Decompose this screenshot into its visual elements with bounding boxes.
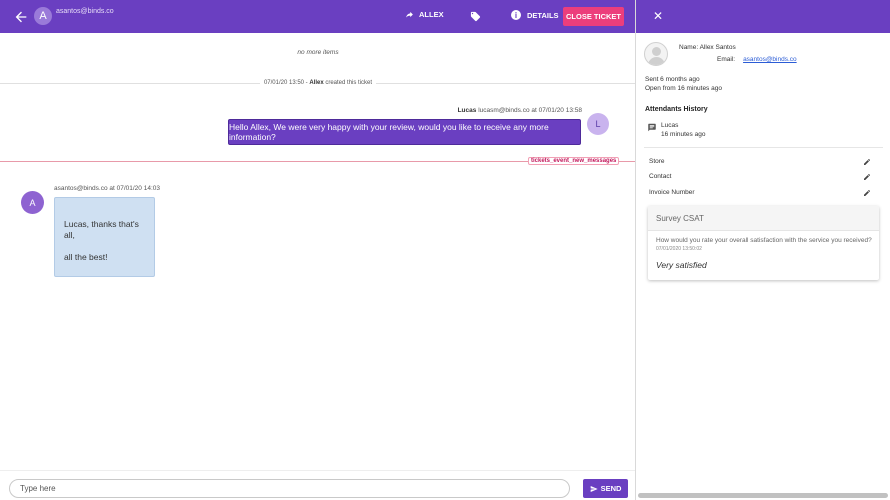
forward-arrow-icon bbox=[406, 11, 413, 18]
ticket-created-note: 07/01/20 13:50 - Allex created this tick… bbox=[0, 80, 636, 86]
chat-bubble-icon bbox=[648, 123, 656, 132]
send-icon bbox=[590, 485, 598, 492]
field-store: Store bbox=[649, 158, 871, 168]
attendants-history-title: Attendants History bbox=[645, 106, 708, 113]
incoming-line-2: all the best! bbox=[64, 252, 108, 262]
divider bbox=[644, 147, 883, 148]
incoming-line-1: Lucas, thanks that's all, bbox=[64, 219, 139, 240]
survey-title: Survey CSAT bbox=[648, 206, 879, 231]
outgoing-message-bubble: Hello Allex, We were very happy with you… bbox=[228, 119, 581, 145]
outgoing-meta: lucasm@binds.co at 07/01/20 13:58 bbox=[478, 107, 582, 114]
field-contact: Contact bbox=[649, 173, 871, 183]
agent-avatar: L bbox=[587, 113, 609, 135]
user-avatar-icon bbox=[644, 42, 668, 66]
customer-name: Name: Allex Santos bbox=[679, 44, 736, 51]
chat-topbar: A asantos@binds.co ALLEX i DETAILS CLOSE… bbox=[0, 0, 636, 33]
edit-pencil-icon[interactable] bbox=[863, 173, 871, 181]
no-more-items: no more items bbox=[297, 49, 339, 56]
outgoing-message-meta: Lucas lucasm@binds.co at 07/01/20 13:58 bbox=[458, 107, 582, 114]
send-button[interactable]: SEND bbox=[583, 479, 628, 498]
message-input[interactable] bbox=[9, 479, 570, 498]
survey-answer: Very satisfied bbox=[656, 260, 707, 270]
attendant-time: 16 minutes ago bbox=[661, 131, 706, 138]
customer-email-link[interactable]: asantos@binds.co bbox=[743, 56, 797, 63]
survey-date: 07/01/2020 13:50:02 bbox=[656, 246, 702, 252]
close-icon[interactable]: ✕ bbox=[653, 9, 663, 23]
transfer-button[interactable]: ALLEX bbox=[405, 10, 444, 19]
field-label: Invoice Number bbox=[649, 189, 695, 196]
close-ticket-button[interactable]: CLOSE TICKET bbox=[563, 7, 624, 26]
survey-question: How would you rate your overall satisfac… bbox=[656, 237, 872, 244]
message-composer: SEND bbox=[0, 470, 636, 500]
incoming-message-bubble: Lucas, thanks that's all, all the best! bbox=[54, 197, 155, 277]
send-label: SEND bbox=[600, 484, 622, 493]
created-time: 07/01/20 13:50 - bbox=[263, 80, 308, 86]
details-button[interactable]: i DETAILS bbox=[511, 10, 559, 20]
outgoing-sender: Lucas bbox=[457, 107, 477, 114]
transfer-label: ALLEX bbox=[419, 10, 444, 19]
customer-email-row: Email: asantos@binds.co bbox=[717, 56, 797, 63]
edit-pencil-icon[interactable] bbox=[863, 189, 871, 197]
attendant-name: Lucas bbox=[661, 122, 679, 129]
horizontal-scrollbar[interactable] bbox=[638, 493, 888, 498]
details-header: ✕ bbox=[636, 0, 890, 33]
created-text: created this ticket bbox=[325, 80, 373, 86]
survey-card: Survey CSAT How would you rate your over… bbox=[648, 206, 879, 280]
edit-pencil-icon[interactable] bbox=[863, 158, 871, 166]
message-list: no more items 07/01/20 13:50 - Allex cre… bbox=[0, 33, 636, 470]
incoming-message-meta: asantos@binds.co at 07/01/20 14:03 bbox=[54, 185, 160, 192]
details-label: DETAILS bbox=[527, 10, 559, 20]
details-panel: ✕ Name: Allex Santos Email: asantos@binds… bbox=[635, 0, 890, 500]
field-label: Contact bbox=[649, 173, 672, 180]
customer-avatar: A bbox=[34, 7, 52, 25]
tag-icon[interactable] bbox=[470, 11, 481, 22]
customer-email: asantos@binds.co bbox=[56, 8, 114, 15]
created-agent: Allex bbox=[309, 80, 324, 86]
field-label: Store bbox=[649, 158, 665, 165]
sent-info: Sent 6 months ago bbox=[645, 76, 700, 83]
chat-panel: A asantos@binds.co ALLEX i DETAILS CLOSE… bbox=[0, 0, 636, 500]
arrow-back-icon[interactable] bbox=[13, 9, 29, 25]
info-icon: i bbox=[511, 10, 521, 20]
email-label: Email: bbox=[717, 56, 736, 63]
customer-message-avatar: A bbox=[21, 191, 44, 214]
new-messages-tag: tickets_event_new_messages bbox=[528, 157, 620, 165]
field-invoice-number: Invoice Number bbox=[649, 189, 871, 199]
open-info: Open from 16 minutes ago bbox=[645, 85, 722, 92]
